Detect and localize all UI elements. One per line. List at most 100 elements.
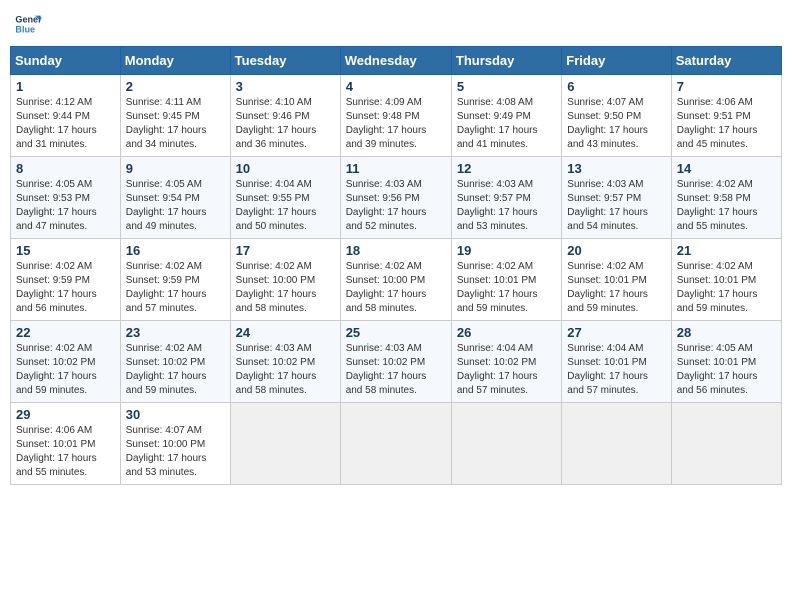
day-number: 29 (16, 407, 115, 422)
day-number: 13 (567, 161, 665, 176)
calendar-cell: 23 Sunrise: 4:02 AM Sunset: 10:02 PM Dayl… (120, 321, 230, 403)
day-info: Sunrise: 4:05 AM Sunset: 10:01 PM Daylig… (677, 342, 776, 398)
day-number: 4 (346, 79, 446, 94)
day-number: 5 (457, 79, 556, 94)
calendar-cell: 27Sunrise: 4:04 AM Sunset: 10:01 PM Dayl… (562, 321, 671, 403)
calendar-cell: 1 Sunrise: 4:12 AM Sunset: 9:44 PM Daylig… (11, 75, 121, 157)
day-number: 18 (346, 243, 446, 258)
calendar-week-1: 1 Sunrise: 4:12 AM Sunset: 9:44 PM Daylig… (11, 75, 782, 157)
calendar-cell: 9 Sunrise: 4:05 AM Sunset: 9:54 PM Daylig… (120, 157, 230, 239)
day-info: Sunrise: 4:05 AM Sunset: 9:54 PM Dayligh… (126, 178, 225, 234)
day-number: 8 (16, 161, 115, 176)
calendar-cell: 8 Sunrise: 4:05 AM Sunset: 9:53 PM Daylig… (11, 157, 121, 239)
calendar-cell (451, 403, 561, 485)
calendar-week-5: 29 Sunrise: 4:06 AM Sunset: 10:01 PM Dayl… (11, 403, 782, 485)
calendar-cell: 29 Sunrise: 4:06 AM Sunset: 10:01 PM Dayl… (11, 403, 121, 485)
day-number: 15 (16, 243, 115, 258)
day-number: 7 (677, 79, 776, 94)
calendar-cell: 17Sunrise: 4:02 AM Sunset: 10:00 PM Dayl… (230, 239, 340, 321)
calendar-cell: 22 Sunrise: 4:02 AM Sunset: 10:02 PM Dayl… (11, 321, 121, 403)
day-info: Sunrise: 4:02 AM Sunset: 10:00 PM Daylig… (236, 260, 335, 316)
day-number: 12 (457, 161, 556, 176)
day-info: Sunrise: 4:12 AM Sunset: 9:44 PM Dayligh… (16, 96, 115, 152)
calendar-cell: 6 Sunrise: 4:07 AM Sunset: 9:50 PM Daylig… (562, 75, 671, 157)
calendar-cell: 30 Sunrise: 4:07 AM Sunset: 10:00 PM Dayl… (120, 403, 230, 485)
calendar-table: SundayMondayTuesdayWednesdayThursdayFrid… (10, 46, 782, 485)
calendar-cell: 20 Sunrise: 4:02 AM Sunset: 10:01 PM Dayl… (562, 239, 671, 321)
calendar-cell: 15 Sunrise: 4:02 AM Sunset: 9:59 PM Dayli… (11, 239, 121, 321)
day-number: 30 (126, 407, 225, 422)
day-info: Sunrise: 4:04 AM Sunset: 10:01 PM Daylig… (567, 342, 665, 398)
day-number: 11 (346, 161, 446, 176)
day-info: Sunrise: 4:11 AM Sunset: 9:45 PM Dayligh… (126, 96, 225, 152)
day-info: Sunrise: 4:06 AM Sunset: 10:01 PM Daylig… (16, 424, 115, 480)
day-info: Sunrise: 4:09 AM Sunset: 9:48 PM Dayligh… (346, 96, 446, 152)
day-info: Sunrise: 4:03 AM Sunset: 9:56 PM Dayligh… (346, 178, 446, 234)
calendar-cell: 19 Sunrise: 4:02 AM Sunset: 10:01 PM Dayl… (451, 239, 561, 321)
calendar-cell (340, 403, 451, 485)
day-number: 10 (236, 161, 335, 176)
page-header: General Blue (10, 10, 782, 38)
day-number: 24 (236, 325, 335, 340)
day-number: 21 (677, 243, 776, 258)
calendar-cell: 2 Sunrise: 4:11 AM Sunset: 9:45 PM Daylig… (120, 75, 230, 157)
day-info: Sunrise: 4:08 AM Sunset: 9:49 PM Dayligh… (457, 96, 556, 152)
day-info: Sunrise: 4:10 AM Sunset: 9:46 PM Dayligh… (236, 96, 335, 152)
day-info: Sunrise: 4:02 AM Sunset: 10:01 PM Daylig… (567, 260, 665, 316)
calendar-cell: 12 Sunrise: 4:03 AM Sunset: 9:57 PM Dayli… (451, 157, 561, 239)
calendar-week-2: 8 Sunrise: 4:05 AM Sunset: 9:53 PM Daylig… (11, 157, 782, 239)
calendar-cell: 10Sunrise: 4:04 AM Sunset: 9:55 PM Dayli… (230, 157, 340, 239)
calendar-cell (562, 403, 671, 485)
header-sunday: Sunday (11, 47, 121, 75)
day-info: Sunrise: 4:02 AM Sunset: 9:59 PM Dayligh… (16, 260, 115, 316)
calendar-cell: 13 Sunrise: 4:03 AM Sunset: 9:57 PM Dayli… (562, 157, 671, 239)
day-info: Sunrise: 4:07 AM Sunset: 10:00 PM Daylig… (126, 424, 225, 480)
calendar-cell: 7 Sunrise: 4:06 AM Sunset: 9:51 PM Daylig… (671, 75, 781, 157)
day-info: Sunrise: 4:02 AM Sunset: 10:00 PM Daylig… (346, 260, 446, 316)
header-monday: Monday (120, 47, 230, 75)
calendar-week-3: 15 Sunrise: 4:02 AM Sunset: 9:59 PM Dayli… (11, 239, 782, 321)
day-info: Sunrise: 4:03 AM Sunset: 9:57 PM Dayligh… (457, 178, 556, 234)
day-info: Sunrise: 4:07 AM Sunset: 9:50 PM Dayligh… (567, 96, 665, 152)
calendar-cell: 11 Sunrise: 4:03 AM Sunset: 9:56 PM Dayli… (340, 157, 451, 239)
day-number: 9 (126, 161, 225, 176)
calendar-cell: 25 Sunrise: 4:03 AM Sunset: 10:02 PM Dayl… (340, 321, 451, 403)
calendar-cell: 4 Sunrise: 4:09 AM Sunset: 9:48 PM Daylig… (340, 75, 451, 157)
day-info: Sunrise: 4:02 AM Sunset: 9:59 PM Dayligh… (126, 260, 225, 316)
day-number: 25 (346, 325, 446, 340)
day-info: Sunrise: 4:03 AM Sunset: 10:02 PM Daylig… (346, 342, 446, 398)
calendar-cell: 26Sunrise: 4:04 AM Sunset: 10:02 PM Dayl… (451, 321, 561, 403)
day-info: Sunrise: 4:04 AM Sunset: 10:02 PM Daylig… (457, 342, 556, 398)
day-number: 1 (16, 79, 115, 94)
calendar-cell: 28 Sunrise: 4:05 AM Sunset: 10:01 PM Dayl… (671, 321, 781, 403)
day-info: Sunrise: 4:05 AM Sunset: 9:53 PM Dayligh… (16, 178, 115, 234)
day-info: Sunrise: 4:02 AM Sunset: 10:02 PM Daylig… (126, 342, 225, 398)
day-number: 2 (126, 79, 225, 94)
day-number: 3 (236, 79, 335, 94)
header-thursday: Thursday (451, 47, 561, 75)
calendar-cell: 16 Sunrise: 4:02 AM Sunset: 9:59 PM Dayli… (120, 239, 230, 321)
day-info: Sunrise: 4:02 AM Sunset: 9:58 PM Dayligh… (677, 178, 776, 234)
header-wednesday: Wednesday (340, 47, 451, 75)
logo: General Blue (14, 10, 46, 38)
day-number: 19 (457, 243, 556, 258)
calendar-cell: 24 Sunrise: 4:03 AM Sunset: 10:02 PM Dayl… (230, 321, 340, 403)
day-info: Sunrise: 4:02 AM Sunset: 10:01 PM Daylig… (677, 260, 776, 316)
calendar-week-4: 22 Sunrise: 4:02 AM Sunset: 10:02 PM Dayl… (11, 321, 782, 403)
day-number: 20 (567, 243, 665, 258)
logo-icon: General Blue (14, 10, 42, 38)
day-info: Sunrise: 4:02 AM Sunset: 10:02 PM Daylig… (16, 342, 115, 398)
day-number: 28 (677, 325, 776, 340)
day-info: Sunrise: 4:02 AM Sunset: 10:01 PM Daylig… (457, 260, 556, 316)
calendar-cell: 18 Sunrise: 4:02 AM Sunset: 10:00 PM Dayl… (340, 239, 451, 321)
day-info: Sunrise: 4:03 AM Sunset: 9:57 PM Dayligh… (567, 178, 665, 234)
header-tuesday: Tuesday (230, 47, 340, 75)
day-number: 22 (16, 325, 115, 340)
day-number: 6 (567, 79, 665, 94)
header-friday: Friday (562, 47, 671, 75)
day-info: Sunrise: 4:06 AM Sunset: 9:51 PM Dayligh… (677, 96, 776, 152)
day-info: Sunrise: 4:03 AM Sunset: 10:02 PM Daylig… (236, 342, 335, 398)
day-number: 23 (126, 325, 225, 340)
calendar-header-row: SundayMondayTuesdayWednesdayThursdayFrid… (11, 47, 782, 75)
day-number: 16 (126, 243, 225, 258)
